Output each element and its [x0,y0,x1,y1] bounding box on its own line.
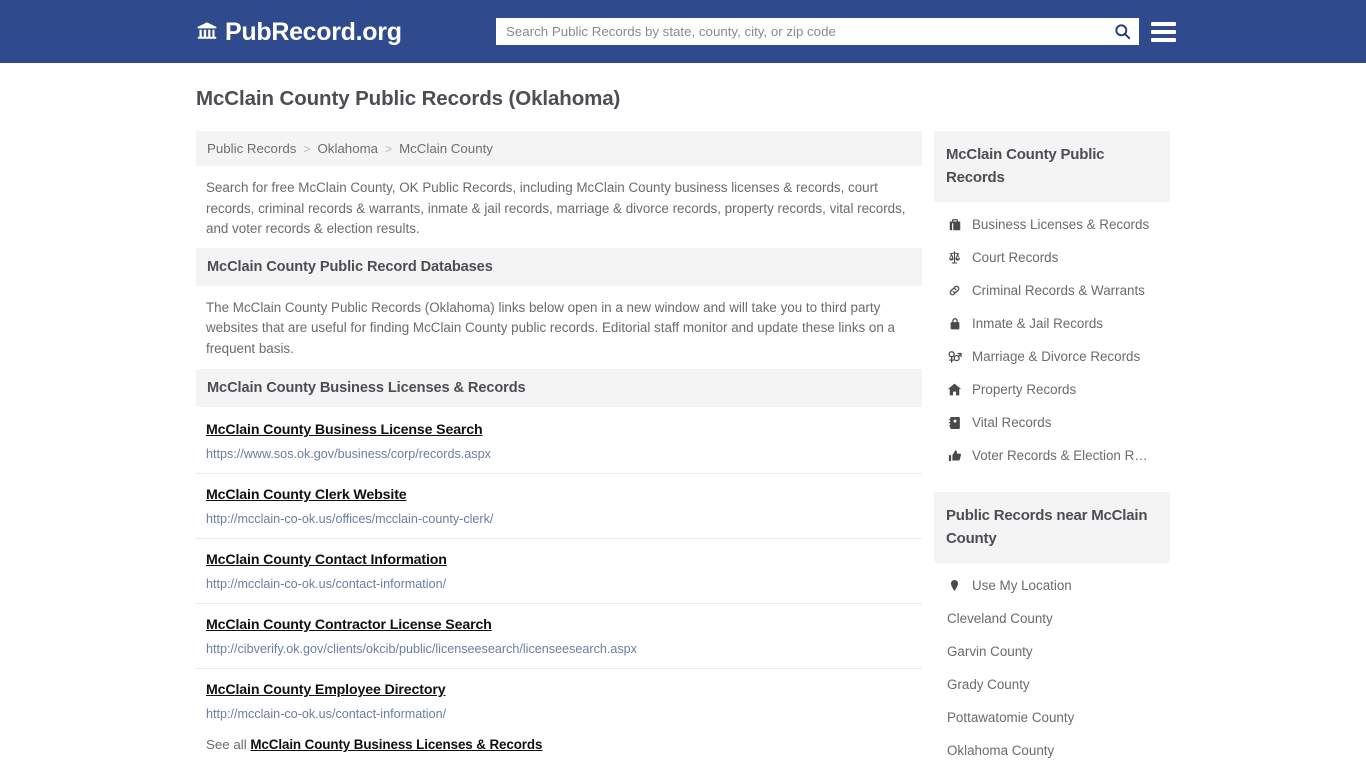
link-chain-icon [947,283,962,298]
link-url: https://www.sos.ok.gov/business/corp/rec… [206,447,491,461]
link-title[interactable]: McClain County Business License Search [206,422,483,438]
thumbs-up-icon [947,448,962,463]
sidebar-item-label: Pottawatomie County [947,710,1075,725]
page-body: McClain County Public Records (Oklahoma)… [0,63,1366,758]
breadcrumb-nav: Public Records > Oklahoma > McClain Coun… [207,141,911,156]
link-title[interactable]: McClain County Contractor License Search [206,617,492,633]
sidebar-item-label: Marriage & Divorce Records [972,349,1141,364]
sidebar-item-label: Cleveland County [947,611,1053,626]
databases-section-heading: McClain County Public Record Databases [196,247,922,286]
link-title[interactable]: McClain County Contact Information [206,552,447,568]
sidebar-item-label: Criminal Records & Warrants [972,283,1145,298]
search-button[interactable] [1105,18,1139,45]
sidebar-item-vital-records[interactable]: Vital Records [934,406,1170,439]
breadcrumb-separator-icon: > [385,141,393,156]
breadcrumb-item-mcclain-county[interactable]: McClain County [399,141,493,156]
hamburger-menu-icon-bar [1151,37,1176,42]
see-all-link[interactable]: McClain County Business Licenses & Recor… [250,737,542,752]
brand-logo-link[interactable]: PubRecord.org [196,19,402,45]
sidebar-item-marriage-divorce-records[interactable]: Marriage & Divorce Records [934,340,1170,373]
breadcrumb-separator-icon: > [303,141,311,156]
sidebar: McClain County Public Records Business L… [934,131,1170,767]
sidebar-item-oklahoma-county[interactable]: Oklahoma County [934,734,1170,767]
list-item[interactable]: McClain County Employee Directory http:/… [196,669,922,733]
sidebar-item-label: Property Records [972,382,1077,397]
sidebar-item-label: Voter Records & Election R… [972,448,1148,463]
list-item[interactable]: McClain County Business License Search h… [196,409,922,474]
search-bar [496,18,1139,45]
search-input[interactable] [496,18,1105,45]
gender-symbols-icon [947,349,962,364]
sidebar-item-use-my-location[interactable]: Use My Location [934,569,1170,602]
home-icon [947,382,962,397]
content-columns: Public Records > Oklahoma > McClain Coun… [196,131,1170,767]
sidebar-item-court-records[interactable]: Court Records [934,241,1170,274]
sidebar-item-grady-county[interactable]: Grady County [934,668,1170,701]
map-pin-icon [947,578,962,593]
hamburger-menu-icon [1151,21,1176,26]
link-url: http://mcclain-co-ok.us/contact-informat… [206,707,447,721]
bank-icon [196,21,218,43]
breadcrumb: Public Records > Oklahoma > McClain Coun… [196,131,922,166]
business-section-heading: McClain County Business Licenses & Recor… [196,369,922,407]
search-icon [1113,22,1132,41]
see-all-prefix: See all [206,737,247,752]
sidebar-item-cleveland-county[interactable]: Cleveland County [934,602,1170,635]
sidebar-item-label: Garvin County [947,644,1033,659]
hamburger-menu-icon-bar [1151,29,1176,34]
sidebar-records-heading: McClain County Public Records [934,131,1170,202]
page-title: McClain County Public Records (Oklahoma) [196,87,621,110]
sidebar-item-business-licenses[interactable]: Business Licenses & Records [934,208,1170,241]
briefcase-icon [947,217,962,232]
sidebar-item-pottawatomie-county[interactable]: Pottawatomie County [934,701,1170,734]
list-item[interactable]: McClain County Clerk Website http://mccl… [196,474,922,539]
sidebar-item-voter-records[interactable]: Voter Records & Election R… [934,439,1170,472]
link-url: http://mcclain-co-ok.us/offices/mcclain-… [206,512,494,526]
sidebar-item-label: Business Licenses & Records [972,217,1150,232]
sidebar-nearby-heading: Public Records near McClain County [934,492,1170,563]
list-item[interactable]: McClain County Contact Information http:… [196,539,922,604]
business-links-list: McClain County Business License Search h… [196,409,922,733]
hamburger-menu-button[interactable] [1151,18,1176,45]
databases-section-body: The McClain County Public Records (Oklah… [206,299,895,356]
breadcrumb-item-oklahoma[interactable]: Oklahoma [317,141,378,156]
sidebar-item-label: Inmate & Jail Records [972,316,1103,331]
page-intro-text: Search for free McClain County, OK Publi… [206,180,906,236]
scales-icon [947,250,962,265]
sidebar-nearby-panel: Public Records near McClain County Use M… [934,492,1170,767]
sidebar-item-label: Oklahoma County [947,743,1055,758]
link-title[interactable]: McClain County Employee Directory [206,682,446,698]
sidebar-item-criminal-records[interactable]: Criminal Records & Warrants [934,274,1170,307]
main-content-column: Public Records > Oklahoma > McClain Coun… [196,131,922,767]
lock-icon [947,316,962,331]
sidebar-item-label: Grady County [947,677,1030,692]
see-all-row: See all McClain County Business Licenses… [196,733,922,762]
brand-name: PubRecord.org [225,18,402,46]
sidebar-records-list: Business Licenses & Records Court Record… [934,202,1170,472]
sidebar-nearby-list: Use My Location Cleveland County Garvin … [934,563,1170,767]
list-item[interactable]: McClain County Contractor License Search… [196,604,922,669]
link-url: http://cibverify.ok.gov/clients/okcib/pu… [206,642,637,656]
id-card-icon [947,415,962,430]
breadcrumb-item-public-records[interactable]: Public Records [207,141,296,156]
site-header: PubRecord.org [0,0,1366,63]
sidebar-item-label: Use My Location [972,578,1072,593]
sidebar-item-garvin-county[interactable]: Garvin County [934,635,1170,668]
link-url: http://mcclain-co-ok.us/contact-informat… [206,577,447,591]
sidebar-item-property-records[interactable]: Property Records [934,373,1170,406]
sidebar-item-label: Vital Records [972,415,1052,430]
sidebar-item-inmate-jail-records[interactable]: Inmate & Jail Records [934,307,1170,340]
link-title[interactable]: McClain County Clerk Website [206,487,407,503]
sidebar-item-label: Court Records [972,250,1059,265]
